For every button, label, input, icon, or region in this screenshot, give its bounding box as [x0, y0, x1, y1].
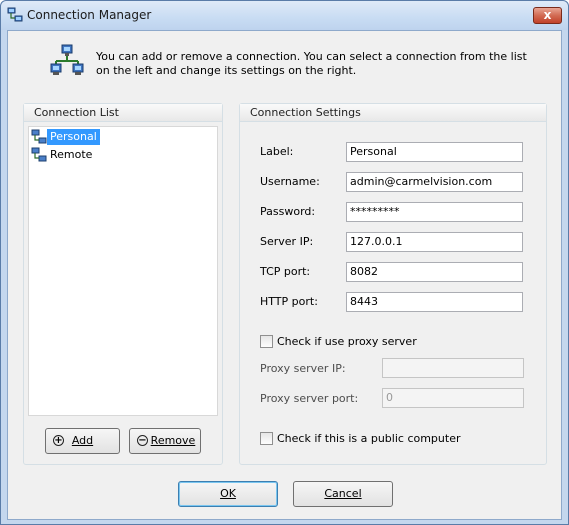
proxy-port-input[interactable]: 0	[382, 388, 524, 408]
remove-button-label: Remove	[150, 434, 196, 447]
cancel-button-label: Cancel	[324, 487, 362, 500]
connection-icon	[31, 147, 47, 162]
server-ip-input[interactable]: 127.0.0.1	[346, 232, 523, 252]
proxy-ip-field-label: Proxy server IP:	[260, 362, 346, 375]
use-proxy-label: Check if use proxy server	[277, 335, 417, 348]
remove-icon: −	[137, 435, 148, 446]
dialog-body: You can add or remove a connection. You …	[7, 30, 562, 520]
add-icon: +	[53, 435, 64, 446]
connection-settings-group: Connection Settings Label: Personal User…	[239, 103, 547, 465]
http-port-input[interactable]: 8443	[346, 292, 523, 312]
use-proxy-checkbox[interactable]	[260, 335, 273, 348]
connection-list-group: Connection List Personal Remote + Add − …	[23, 103, 223, 465]
connection-settings-title: Connection Settings	[240, 104, 546, 122]
tcp-port-field-label: TCP port:	[260, 265, 311, 278]
label-input[interactable]: Personal	[346, 142, 523, 162]
proxy-port-field-label: Proxy server port:	[260, 392, 359, 405]
connection-list-title: Connection List	[24, 104, 222, 122]
remove-button[interactable]: − Remove	[129, 428, 201, 454]
network-computers-icon	[50, 44, 84, 75]
close-icon: x	[543, 8, 552, 22]
connection-manager-window: Connection Manager x You can add or remo…	[0, 0, 569, 525]
password-input[interactable]: *********	[346, 202, 523, 222]
server-ip-field-label: Server IP:	[260, 235, 314, 248]
instructions-text: You can add or remove a connection. You …	[96, 50, 527, 77]
list-item-label: Personal	[47, 129, 100, 145]
title-bar[interactable]: Connection Manager x	[1, 1, 568, 30]
http-port-field-label: HTTP port:	[260, 295, 318, 308]
password-field-label: Password:	[260, 205, 316, 218]
tcp-port-input[interactable]: 8082	[346, 262, 523, 282]
ok-button-label: OK	[220, 487, 236, 500]
cancel-button[interactable]: Cancel	[293, 481, 393, 507]
username-field-label: Username:	[260, 175, 320, 188]
username-input[interactable]: admin@carmelvision.com	[346, 172, 523, 192]
public-computer-checkbox[interactable]	[260, 432, 273, 445]
window-title: Connection Manager	[27, 8, 152, 22]
network-icon	[7, 7, 23, 22]
close-button[interactable]: x	[533, 7, 562, 24]
proxy-ip-input[interactable]	[382, 358, 524, 378]
connection-icon	[31, 129, 47, 144]
label-field-label: Label:	[260, 145, 294, 158]
connection-listbox[interactable]: Personal Remote	[28, 126, 218, 416]
ok-button[interactable]: OK	[178, 481, 278, 507]
public-computer-label: Check if this is a public computer	[277, 432, 461, 445]
add-button[interactable]: + Add	[45, 428, 120, 454]
list-item-label: Remote	[50, 148, 93, 161]
add-button-label: Add	[71, 434, 94, 447]
